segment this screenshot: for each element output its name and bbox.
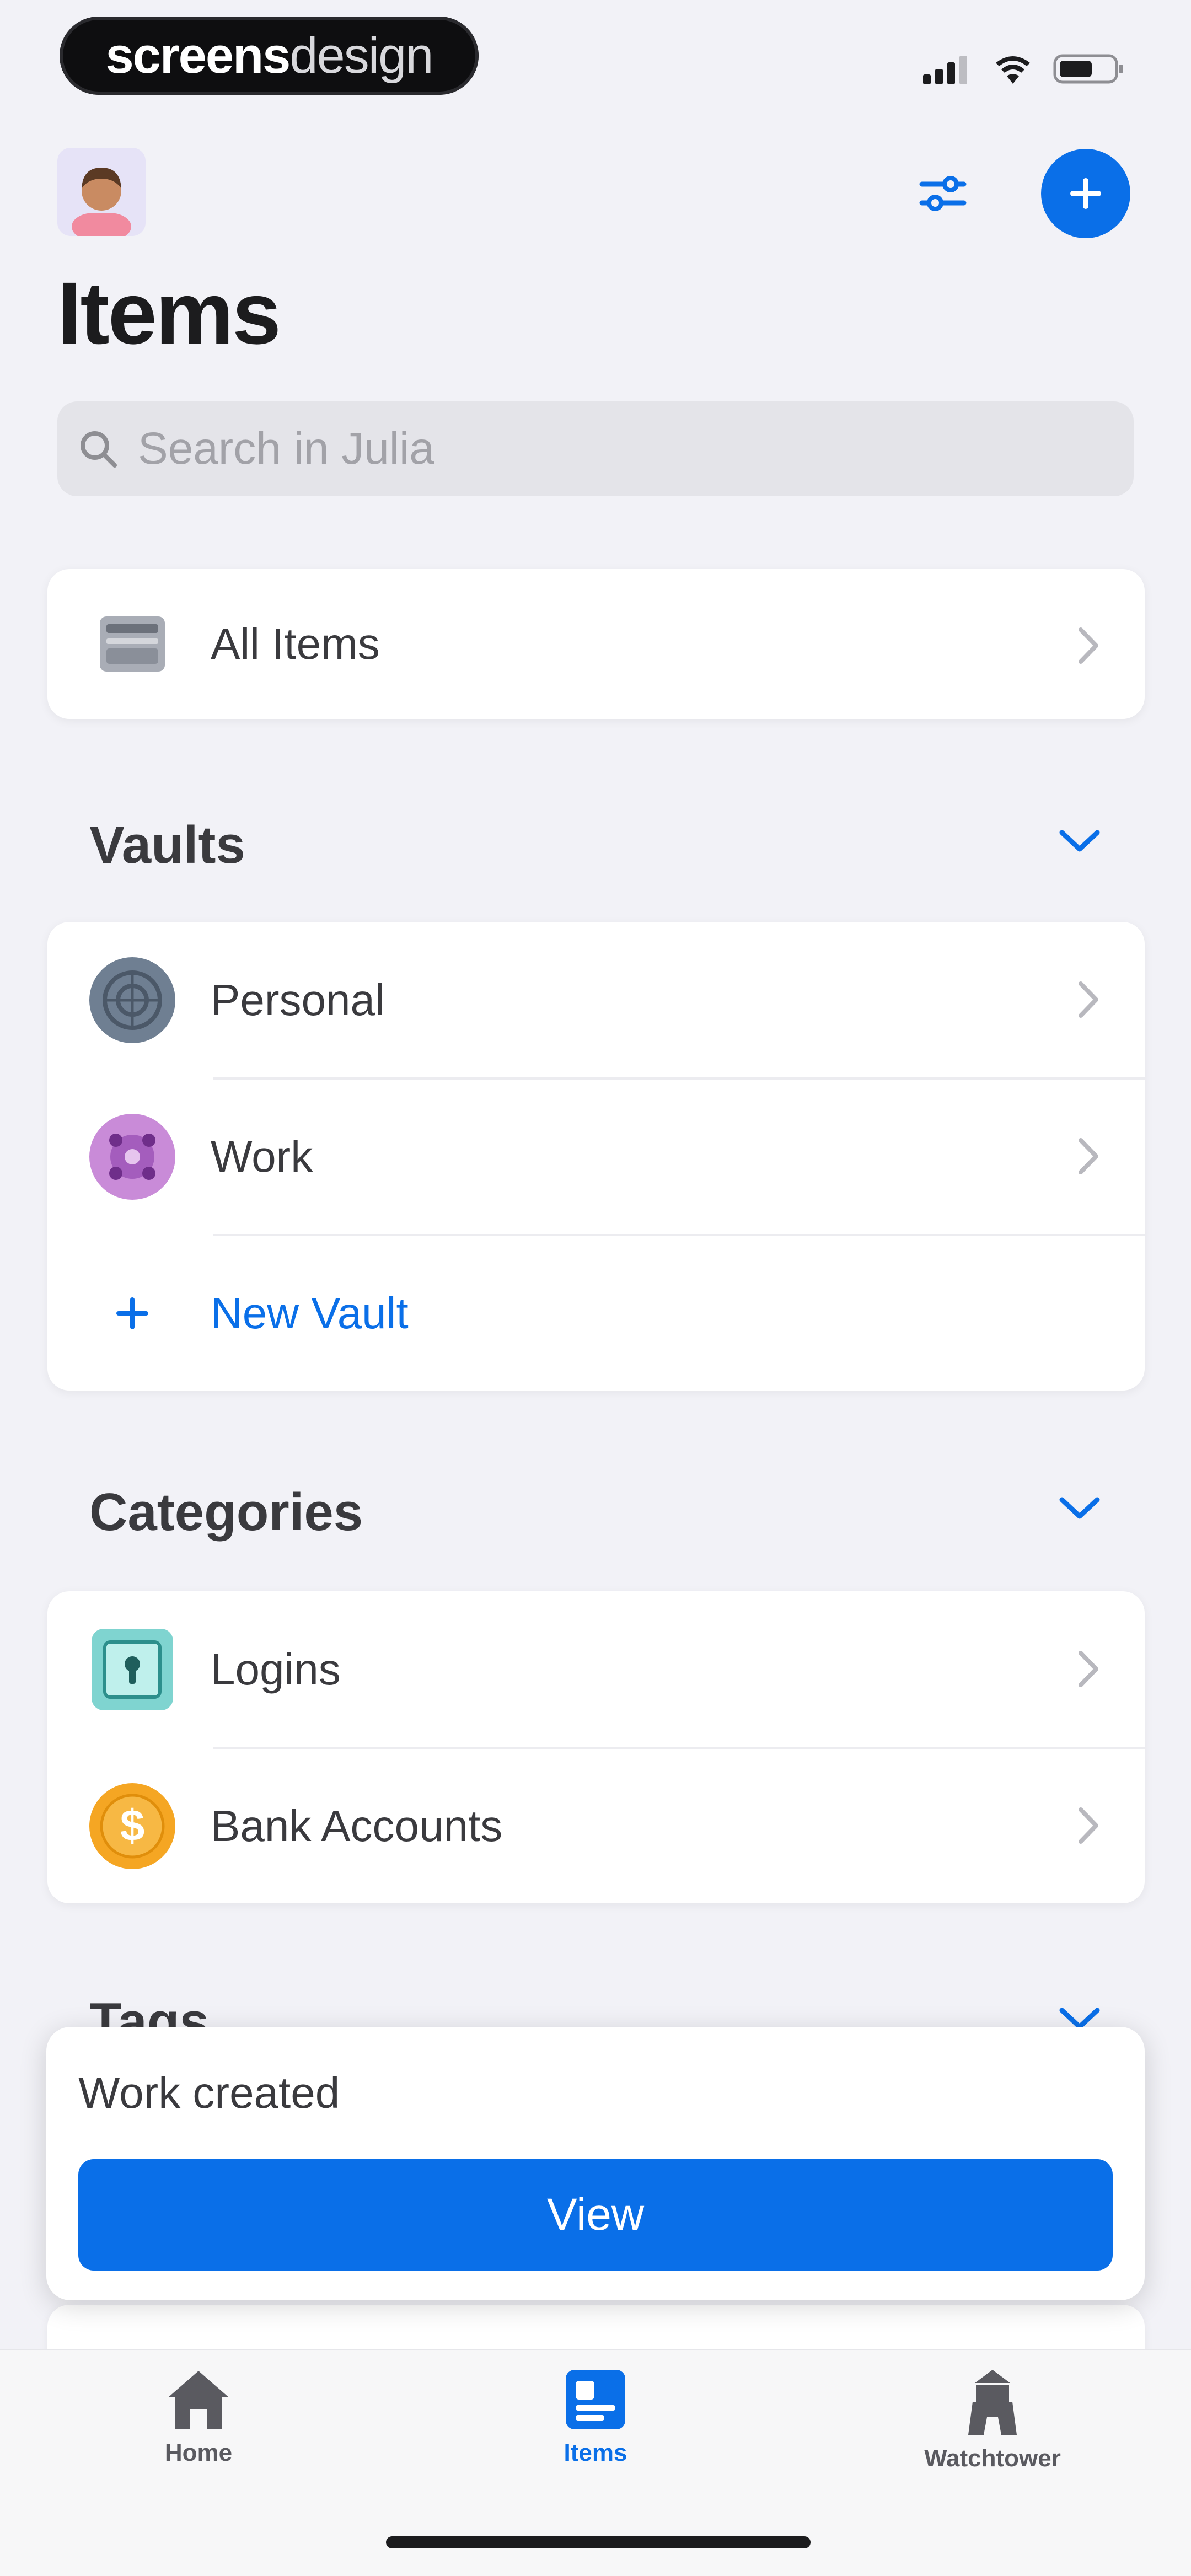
signal-icon bbox=[923, 56, 967, 84]
chevron-right-icon bbox=[1079, 981, 1098, 1018]
category-row-logins[interactable]: Logins bbox=[47, 1591, 1145, 1748]
new-vault-label: New Vault bbox=[211, 1289, 409, 1338]
tab-label: Watchtower bbox=[924, 2445, 1061, 2472]
all-items-row[interactable]: All Items bbox=[47, 569, 1145, 719]
all-items-icon-wrap bbox=[88, 600, 176, 688]
home-icon bbox=[168, 2371, 229, 2429]
home-indicator bbox=[386, 2536, 811, 2548]
battery-icon bbox=[1053, 54, 1123, 84]
vault-row-personal[interactable]: Personal bbox=[47, 922, 1145, 1078]
watchtower-icon bbox=[968, 2370, 1017, 2435]
category-row-bank-accounts[interactable]: $ Bank Accounts bbox=[47, 1748, 1145, 1904]
bank-icon-wrap: $ bbox=[88, 1782, 176, 1870]
chevron-right-icon bbox=[1079, 1651, 1098, 1687]
tab-label: Home bbox=[164, 2439, 233, 2466]
vault-row-work[interactable]: Work bbox=[47, 1078, 1145, 1235]
avatar[interactable] bbox=[57, 148, 146, 236]
dollar-coin-icon: $ bbox=[89, 1783, 175, 1869]
tab-home[interactable]: Home bbox=[88, 2366, 309, 2467]
watermark-light: design bbox=[289, 27, 433, 84]
vault-label: Work bbox=[211, 1132, 313, 1181]
screensdesign-watermark: screens design bbox=[60, 17, 479, 95]
sliders-icon bbox=[919, 176, 967, 211]
search-icon bbox=[81, 431, 117, 468]
avatar-person-icon bbox=[72, 168, 131, 236]
view-button[interactable]: View bbox=[78, 2159, 1113, 2271]
tab-watchtower[interactable]: Watchtower bbox=[882, 2366, 1103, 2472]
toast-message: Work created bbox=[78, 2068, 340, 2117]
personal-vault-icon bbox=[89, 957, 175, 1043]
new-vault-icon-wrap bbox=[88, 1269, 176, 1357]
toast-notification: Work created View bbox=[46, 2027, 1145, 2300]
filter-button[interactable] bbox=[915, 165, 970, 221]
chevron-right-icon bbox=[1079, 1807, 1098, 1844]
all-items-icon bbox=[100, 616, 165, 672]
login-key-icon bbox=[92, 1629, 173, 1710]
page-title: Items bbox=[57, 264, 281, 362]
category-label: Bank Accounts bbox=[211, 1801, 503, 1850]
watermark-bold: screens bbox=[105, 27, 291, 84]
logins-icon-wrap bbox=[88, 1625, 176, 1714]
categories-card: Logins $ Bank Accounts bbox=[47, 1591, 1145, 1903]
chevron-right-icon bbox=[1079, 627, 1098, 664]
chevron-right-icon bbox=[1079, 1138, 1098, 1174]
plus-icon bbox=[1070, 178, 1101, 209]
all-items-card: All Items bbox=[47, 569, 1145, 719]
tab-items[interactable]: Items bbox=[485, 2366, 706, 2467]
all-items-label: All Items bbox=[211, 619, 380, 668]
categories-collapse-chevron-icon[interactable] bbox=[1058, 1494, 1102, 1522]
svg-text:$: $ bbox=[120, 1801, 145, 1850]
work-vault-icon bbox=[89, 1114, 175, 1200]
wifi-icon bbox=[996, 56, 1030, 84]
vault-label: Personal bbox=[211, 975, 385, 1024]
vaults-card: Personal Work New Vault bbox=[47, 922, 1145, 1391]
personal-vault-icon-wrap bbox=[88, 956, 176, 1044]
search-bar[interactable] bbox=[57, 401, 1134, 496]
plus-icon bbox=[116, 1297, 148, 1329]
status-icons bbox=[923, 50, 1125, 88]
vaults-collapse-chevron-icon[interactable] bbox=[1058, 827, 1102, 855]
categories-section-title: Categories bbox=[89, 1483, 363, 1542]
search-input[interactable] bbox=[137, 422, 1076, 475]
tab-label: Items bbox=[564, 2439, 627, 2466]
new-vault-button[interactable]: New Vault bbox=[47, 1235, 1145, 1392]
work-vault-icon-wrap bbox=[88, 1113, 176, 1201]
category-label: Logins bbox=[211, 1645, 341, 1694]
items-icon bbox=[566, 2370, 625, 2429]
vaults-section-title: Vaults bbox=[89, 815, 245, 874]
add-item-button[interactable] bbox=[1041, 149, 1130, 238]
